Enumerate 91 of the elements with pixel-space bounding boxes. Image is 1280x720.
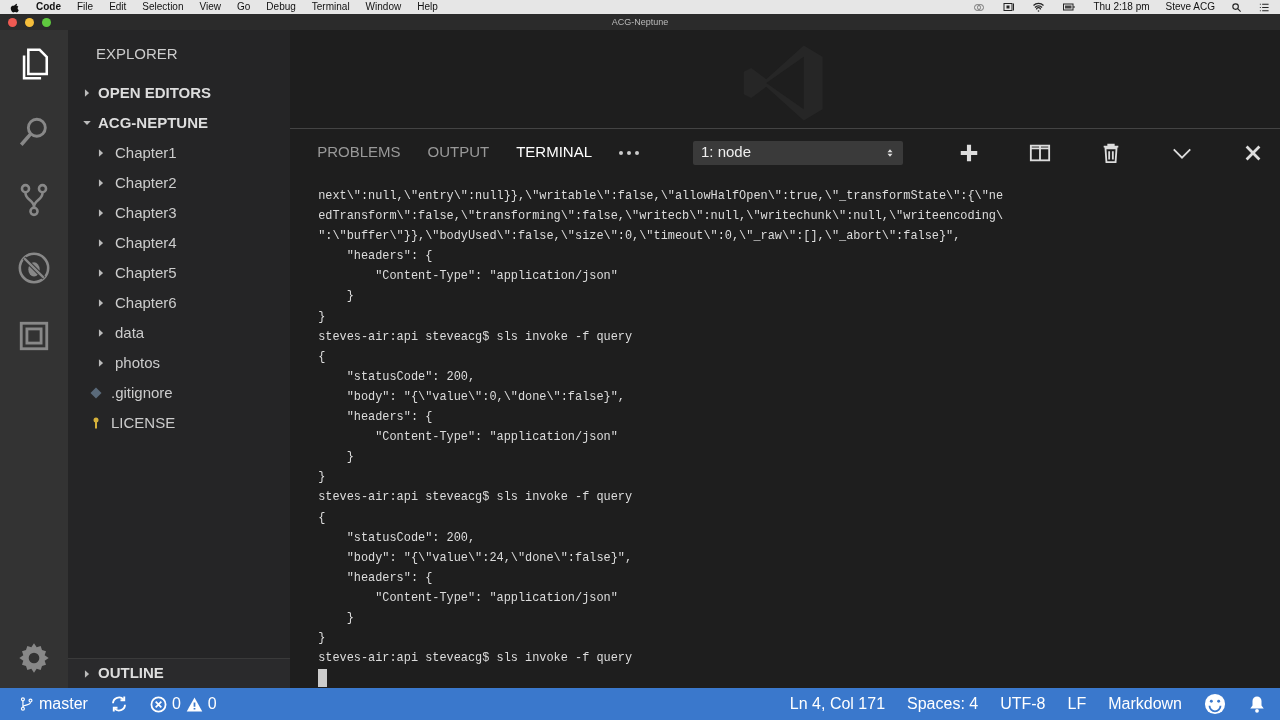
terminal-select[interactable]: 1: node bbox=[693, 140, 903, 165]
menu-icon[interactable] bbox=[1258, 1, 1270, 13]
section-header[interactable]: ACG-NEPTUNE bbox=[68, 108, 291, 138]
terminal-line: "Content-Type": "application/json" bbox=[374, 268, 618, 286]
error-icon bbox=[149, 695, 167, 713]
tree-item[interactable]: .gitignore bbox=[68, 378, 291, 408]
diamond-icon bbox=[90, 387, 102, 399]
branch-icon bbox=[20, 695, 34, 713]
menu-item[interactable]: Debug bbox=[266, 0, 296, 14]
position-status[interactable]: Ln 4, Col 171 bbox=[789, 692, 886, 716]
tree-item[interactable]: Chapter5 bbox=[68, 258, 291, 288]
menu-item[interactable]: Terminal bbox=[311, 0, 350, 14]
feedback-button[interactable] bbox=[1204, 693, 1226, 715]
terminal-line: "Content-Type": "application/json" bbox=[374, 429, 618, 447]
terminal-line: steves-air:api steveacg$ sls invoke -f query bbox=[318, 650, 633, 668]
chevron-down-icon bbox=[82, 118, 92, 128]
terminal-line: { bbox=[318, 509, 326, 527]
notifications-button[interactable] bbox=[1248, 694, 1266, 714]
panel-tab[interactable]: TERMINAL bbox=[516, 141, 592, 164]
chevron-right-icon bbox=[82, 88, 92, 98]
tree-item[interactable]: Chapter3 bbox=[68, 198, 291, 228]
warning-icon bbox=[185, 695, 203, 713]
branch-button[interactable]: master bbox=[20, 692, 88, 716]
terminal-line: } bbox=[345, 609, 354, 627]
window-title: ACG-Neptune bbox=[611, 16, 669, 29]
section-header[interactable]: OUTLINE bbox=[68, 658, 291, 688]
tree-item[interactable]: Chapter2 bbox=[68, 168, 291, 198]
terminal-line: "Content-Type": "application/json" bbox=[374, 589, 618, 607]
search-icon[interactable] bbox=[1231, 1, 1242, 13]
terminal-line: "statusCode": 200, bbox=[345, 368, 476, 386]
terminal-line: "statusCode": 200, bbox=[345, 529, 476, 547]
terminal-line: next\":null,\"entry\":null}},\"writable\":false,\"allowHalfOpen\":true,\"_transformState\":{\"ne bbox=[318, 188, 1004, 205]
bug-icon[interactable] bbox=[17, 251, 51, 285]
app-menu[interactable]: Code bbox=[36, 0, 61, 14]
tree-item[interactable]: photos bbox=[68, 348, 291, 378]
menu-item[interactable]: Selection bbox=[142, 0, 184, 14]
cloud-icon[interactable] bbox=[972, 1, 987, 13]
user-menu[interactable]: Steve ACG bbox=[1165, 0, 1215, 14]
minimize-button[interactable] bbox=[25, 17, 34, 27]
more-icon bbox=[619, 150, 639, 155]
battery-icon[interactable] bbox=[1061, 1, 1078, 13]
panel-tab[interactable]: OUTPUT bbox=[427, 141, 490, 164]
problems-button[interactable]: 0 0 bbox=[149, 692, 217, 716]
bell-icon bbox=[1248, 694, 1266, 714]
terminal-line: } bbox=[318, 469, 326, 487]
settings-icon[interactable] bbox=[18, 642, 50, 674]
terminal-line: "body": "{\"value\":0,\"done\":false}", bbox=[345, 388, 625, 406]
terminal-line: steves-air:api steveacg$ sls invoke -f query bbox=[318, 328, 633, 346]
sync-button[interactable] bbox=[109, 695, 128, 713]
square-icon[interactable] bbox=[17, 319, 51, 353]
terminal-line: } bbox=[318, 308, 326, 326]
eol-status[interactable]: LF bbox=[1067, 692, 1087, 716]
terminal-line: ":\"buffer\"}},\"bodyUsed\":false,\"size\":0,\"timeout\":0,\"_raw\":[],\"_abort\":false}", bbox=[318, 228, 961, 246]
terminal-line: steves-air:api steveacg$ sls invoke -f query bbox=[318, 489, 633, 507]
wifi-icon[interactable] bbox=[1032, 1, 1046, 13]
tree-item[interactable]: Chapter6 bbox=[68, 288, 291, 318]
language-status[interactable]: Markdown bbox=[1108, 692, 1182, 716]
terminal-line: } bbox=[345, 288, 354, 306]
terminal-line: "headers": { bbox=[345, 248, 433, 266]
more-button[interactable] bbox=[619, 150, 639, 155]
indentation-status[interactable]: Spaces: 4 bbox=[907, 692, 979, 716]
terminal-line: { bbox=[318, 348, 326, 366]
screen-icon[interactable] bbox=[1002, 1, 1017, 13]
terminal-line: "body": "{\"value\":24,\"done\":false}", bbox=[345, 549, 633, 567]
apple-logo-icon bbox=[10, 1, 20, 13]
terminal-cursor bbox=[318, 669, 328, 688]
tree-item[interactable]: data bbox=[68, 318, 291, 348]
panel-tab[interactable]: PROBLEMS bbox=[317, 141, 401, 164]
menu-item[interactable]: Window bbox=[365, 0, 402, 14]
menu-item[interactable]: Edit bbox=[109, 0, 127, 14]
terminal-line: } bbox=[318, 630, 326, 648]
menu-item[interactable]: Go bbox=[237, 0, 251, 14]
tree-item[interactable]: Chapter4 bbox=[68, 228, 291, 258]
menu-item[interactable]: View bbox=[199, 0, 221, 14]
sidebar-title: EXPLORER bbox=[95, 44, 179, 64]
terminal-line: edTransform\":false,\"transforming\":false,\"writecb\":null,\"writechunk\":null,\"writeencoding\ bbox=[318, 208, 1004, 226]
smiley-icon bbox=[1204, 693, 1226, 715]
sync-icon bbox=[109, 695, 128, 713]
section-header[interactable]: OPEN EDITORS bbox=[68, 78, 291, 108]
encoding-status[interactable]: UTF-8 bbox=[1000, 692, 1046, 716]
tree-item[interactable]: LICENSE bbox=[68, 408, 291, 438]
close-button[interactable] bbox=[8, 17, 17, 27]
zoom-button[interactable] bbox=[42, 17, 51, 27]
tree-item[interactable]: Chapter1 bbox=[68, 138, 291, 168]
chevron-right-icon bbox=[82, 668, 92, 679]
terminal-line: "headers": { bbox=[345, 569, 433, 587]
menu-item[interactable]: File bbox=[77, 0, 94, 14]
terminal-line: } bbox=[345, 449, 354, 467]
clock-text[interactable]: Thu 2:18 pm bbox=[1093, 0, 1150, 14]
menu-item[interactable]: Help bbox=[417, 0, 438, 14]
terminal-line: "headers": { bbox=[345, 409, 433, 427]
